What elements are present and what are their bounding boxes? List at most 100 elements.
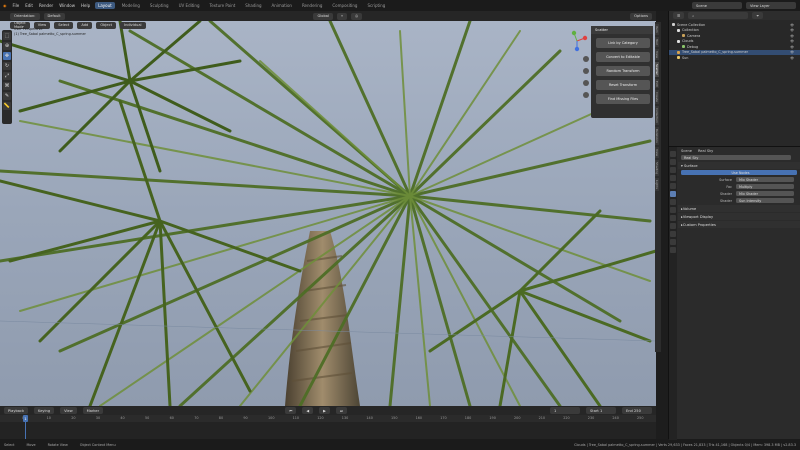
transform-orientation-selector[interactable]: Orientation: <box>10 12 40 20</box>
property-value-dropdown[interactable]: Sun Intensity <box>736 197 794 204</box>
start-frame-field[interactable]: Start 1 <box>586 407 616 414</box>
data-tab-icon[interactable] <box>670 239 676 245</box>
outliner-item[interactable]: Sun 👁 <box>669 55 800 61</box>
tab-animation[interactable]: Animation <box>269 2 295 9</box>
cursor-icon[interactable]: ⊕ <box>3 42 11 50</box>
axis-gizmo-icon[interactable] <box>566 30 588 52</box>
sidetab-tool[interactable]: Tool <box>655 36 659 47</box>
snap-icon[interactable]: ⌖ <box>336 12 347 20</box>
visibility-eye-icon[interactable]: 👁 <box>790 45 794 49</box>
sidetab-relations[interactable]: Relations <box>655 127 659 146</box>
end-frame-field[interactable]: End 250 <box>622 407 652 414</box>
options-dropdown[interactable]: Options <box>630 12 652 20</box>
tab-layout[interactable]: Layout <box>95 2 115 9</box>
world-name-field[interactable]: Real Sky <box>681 154 791 161</box>
sidetab-create[interactable]: Create <box>655 90 659 105</box>
scene-selector[interactable]: Scene <box>692 2 742 9</box>
sidetab-scatter[interactable]: Scatter <box>655 61 659 77</box>
property-value-dropdown[interactable]: Mix Shader <box>736 190 794 197</box>
sidetab-collection[interactable]: Collection <box>655 106 659 126</box>
sidetab-item[interactable]: Item <box>655 24 659 35</box>
visibility-eye-icon[interactable]: 👁 <box>790 23 794 27</box>
timeline-view-menu[interactable]: View <box>60 407 77 414</box>
tab-rendering[interactable]: Rendering <box>299 2 325 9</box>
visibility-eye-icon[interactable]: 👁 <box>790 28 794 32</box>
tool-tab-icon[interactable] <box>670 151 676 157</box>
sidetab-view-2[interactable]: View <box>655 147 659 159</box>
ortho-toggle-icon[interactable] <box>583 92 589 98</box>
navigation-gizmo[interactable] <box>566 30 588 52</box>
sidetab-lights[interactable]: Lights <box>655 178 659 192</box>
modifier-tab-icon[interactable] <box>670 207 676 213</box>
filter-icon[interactable]: ⏷ <box>752 12 764 19</box>
property-value-dropdown[interactable]: Mix Shader <box>736 176 794 183</box>
outliner-search-input[interactable]: ⌕ <box>688 12 749 19</box>
properties-section-header[interactable]: ▸ Volume <box>678 205 800 212</box>
properties-section-header[interactable]: ▸ Viewport Display <box>678 213 800 220</box>
blender-logo-icon[interactable]: ◉ <box>2 3 8 8</box>
reset-transform-button[interactable]: Reset Transform <box>596 80 650 90</box>
scatter-panel-title[interactable]: Scatter <box>591 26 653 34</box>
timeline-ruler[interactable]: 0102030405060708090100110120130140150160… <box>0 415 656 422</box>
3d-viewport[interactable] <box>0 21 656 406</box>
jump-end-icon[interactable]: ⏭ <box>335 407 348 414</box>
world-tab-icon[interactable] <box>670 191 676 197</box>
pan-icon[interactable] <box>583 68 589 74</box>
keying-menu[interactable]: Keying <box>34 407 55 414</box>
proportional-edit-icon[interactable]: ◎ <box>350 12 363 20</box>
select-box-icon[interactable]: ⬚ <box>3 32 11 40</box>
tab-shading[interactable]: Shading <box>242 2 264 9</box>
sidetab-view[interactable]: View <box>655 48 659 60</box>
playhead[interactable]: 1 <box>23 415 28 422</box>
find-missing-files-button[interactable]: Find Missing Files <box>596 94 650 104</box>
menu-file[interactable]: File <box>12 3 21 8</box>
constraints-tab-icon[interactable] <box>670 231 676 237</box>
object-menu[interactable]: Object <box>96 21 117 29</box>
menu-window[interactable]: Window <box>58 3 76 8</box>
pivot-dropdown[interactable]: Individual <box>120 21 146 29</box>
sidetab-shading[interactable]: Shading <box>655 160 659 177</box>
particles-tab-icon[interactable] <box>670 215 676 221</box>
jump-start-icon[interactable]: ⏮ <box>285 407 297 414</box>
convert-to-editable-button[interactable]: Convert to Editable <box>596 52 650 62</box>
tab-uv-editing[interactable]: UV Editing <box>176 2 203 9</box>
tab-compositing[interactable]: Compositing <box>329 2 360 9</box>
scene-tab-icon[interactable] <box>670 183 676 189</box>
properties-section-header[interactable]: ▸ Custom Properties <box>678 221 800 228</box>
tab-modeling[interactable]: Modeling <box>119 2 143 9</box>
menu-render[interactable]: Render <box>38 3 54 8</box>
visibility-eye-icon[interactable]: 👁 <box>790 39 794 43</box>
surface-section-header[interactable]: ▾ Surface <box>678 162 800 169</box>
tab-sculpting[interactable]: Sculpting <box>147 2 172 9</box>
scale-icon[interactable]: ⤢ <box>3 72 11 80</box>
marker-menu[interactable]: Marker <box>82 407 104 414</box>
sidetab-edit[interactable]: Edit <box>655 78 659 89</box>
view-layer-tab-icon[interactable] <box>670 175 676 181</box>
output-tab-icon[interactable] <box>670 167 676 173</box>
orientation-default-dropdown[interactable]: Default <box>43 12 65 20</box>
move-icon[interactable]: ✥ <box>3 52 11 60</box>
measure-icon[interactable]: 📏 <box>3 102 11 110</box>
random-transform-button[interactable]: Random Transform <box>596 66 650 76</box>
current-frame-field[interactable]: 1 <box>550 407 580 414</box>
transform-global-dropdown[interactable]: Global <box>313 12 333 20</box>
rotate-icon[interactable]: ↻ <box>3 62 11 70</box>
playback-menu[interactable]: Playback <box>4 407 29 414</box>
display-mode-icon[interactable]: ☰ <box>673 12 685 19</box>
zoom-icon[interactable] <box>583 56 589 62</box>
camera-view-icon[interactable] <box>583 80 589 86</box>
link-by-category-button[interactable]: Link by Category <box>596 38 650 48</box>
visibility-eye-icon[interactable]: 👁 <box>790 34 794 38</box>
view-layer-selector[interactable]: View Layer <box>746 2 796 9</box>
object-tab-icon[interactable] <box>670 199 676 205</box>
menu-help[interactable]: Help <box>80 3 91 8</box>
physics-tab-icon[interactable] <box>670 223 676 229</box>
material-tab-icon[interactable] <box>670 247 676 253</box>
property-value-dropdown[interactable]: Multiply <box>736 183 794 190</box>
tab-texture-paint[interactable]: Texture Paint <box>206 2 238 9</box>
menu-edit[interactable]: Edit <box>24 3 34 8</box>
visibility-eye-icon[interactable]: 👁 <box>790 50 794 54</box>
annotate-icon[interactable]: ✎ <box>3 92 11 100</box>
tab-scripting[interactable]: Scripting <box>364 2 388 9</box>
visibility-eye-icon[interactable]: 👁 <box>790 56 794 60</box>
